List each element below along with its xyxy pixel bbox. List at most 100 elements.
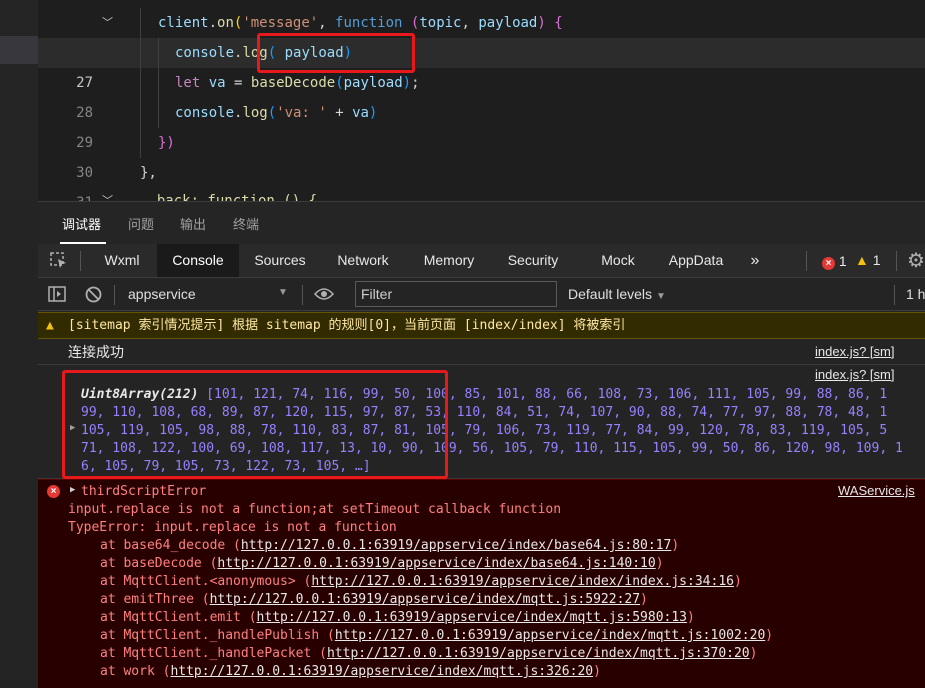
tab-network[interactable]: Network: [326, 244, 400, 277]
source-link[interactable]: index.js? [sm]: [815, 367, 894, 382]
tab-mock[interactable]: Mock: [592, 244, 644, 277]
warning-triangle-icon: ▲: [855, 252, 869, 268]
console-log-message: 连接成功 index.js? [sm]: [38, 339, 925, 365]
indent-guide: [140, 128, 141, 158]
activity-bar-selection: [0, 36, 38, 64]
console-error-message: × ▶ thirdScriptError WAService.js input.…: [38, 479, 925, 688]
stack-frame: at work (http://127.0.0.1:63919/appservi…: [100, 664, 601, 679]
indent-guide: [158, 68, 159, 98]
dropdown-arrow-icon[interactable]: ▼: [278, 287, 288, 298]
error-type-line: TypeError: input.replace is not a functi…: [68, 520, 397, 535]
error-circle-icon: ×: [822, 257, 835, 270]
fold-chevron-icon[interactable]: ﹀: [102, 8, 113, 38]
source-link[interactable]: WAService.js: [838, 483, 915, 498]
indent-guide: [140, 8, 141, 38]
sidebar-toggle-icon[interactable]: [48, 286, 66, 305]
code-text: }): [158, 135, 175, 151]
code-line[interactable]: 26 ﹀ client.on('message', function (topi…: [38, 8, 925, 61]
tab-memory[interactable]: Memory: [412, 244, 486, 277]
inspect-element-icon[interactable]: [50, 252, 68, 273]
stack-frame: at baseDecode (http://127.0.0.1:63919/ap…: [100, 556, 664, 571]
error-title[interactable]: thirdScriptError: [81, 483, 206, 501]
tab-problems[interactable]: 问题: [128, 214, 154, 233]
array-line: 71, 108, 122, 100, 69, 108, 117, 13, 10,…: [81, 441, 903, 456]
stack-frame-link[interactable]: http://127.0.0.1:63919/appservice/index/…: [335, 628, 765, 643]
array-line: 105, 119, 105, 98, 88, 78, 110, 83, 87, …: [81, 423, 888, 438]
code-text: let va = baseDecode(payload);: [175, 75, 420, 91]
error-message: input.replace is not a function;at setTi…: [68, 502, 562, 517]
stack-frame: at MqttClient.<anonymous> (http://127.0.…: [100, 574, 742, 589]
indent-guide: [158, 38, 159, 68]
stack-frame-link[interactable]: http://127.0.0.1:63919/appservice/index/…: [170, 664, 593, 679]
expand-triangle-icon[interactable]: ▶: [70, 423, 75, 433]
tab-appdata[interactable]: AppData: [660, 244, 732, 277]
stack-frame: at MqttClient._handlePublish (http://127…: [100, 628, 774, 643]
context-selector[interactable]: appservice: [128, 286, 196, 302]
stack-frame-link[interactable]: http://127.0.0.1:63919/appservice/index/…: [210, 592, 640, 607]
tab-output[interactable]: 输出: [180, 214, 206, 233]
indent-guide: [140, 98, 141, 128]
tab-console[interactable]: Console: [157, 244, 239, 277]
more-tabs-button[interactable]: »: [742, 244, 768, 277]
toolbar-separator: [894, 285, 895, 305]
source-link[interactable]: index.js? [sm]: [815, 339, 894, 365]
toolbar-separator: [806, 251, 807, 271]
code-line[interactable]: 29 console.log('va: ' + va): [38, 98, 925, 151]
indent-guide: [140, 38, 141, 68]
code-text: client.on('message', function (topic, pa…: [158, 15, 563, 31]
warning-triangle-icon: ▲: [46, 318, 54, 333]
code-line[interactable]: 28 let va = baseDecode(payload);: [38, 68, 925, 121]
stack-frame: at emitThree (http://127.0.0.1:63919/app…: [100, 592, 648, 607]
filter-input[interactable]: [355, 281, 557, 307]
error-circle-icon: ×: [47, 485, 60, 498]
stack-frame: at MqttClient.emit (http://127.0.0.1:639…: [100, 610, 695, 625]
tab-terminal[interactable]: 终端: [233, 214, 259, 233]
stack-frame: at MqttClient._handlePacket (http://127.…: [100, 646, 758, 661]
stack-frame-link[interactable]: http://127.0.0.1:63919/appservice/index/…: [217, 556, 655, 571]
toolbar-separator: [114, 285, 115, 305]
array-line: 6, 105, 79, 105, 73, 122, 73, 105, …]: [81, 459, 371, 474]
code-text: console.log( payload): [175, 45, 353, 61]
console-array-message: index.js? [sm] Uint8Array(212) [101, 121…: [38, 365, 925, 479]
tab-security[interactable]: Security: [496, 244, 570, 277]
warning-count-badge[interactable]: ▲ 1: [855, 252, 881, 268]
tab-sources[interactable]: Sources: [244, 244, 316, 277]
indent-guide: [158, 98, 159, 128]
expand-triangle-icon[interactable]: ▶: [70, 485, 75, 495]
stack-frame: at base64_decode (http://127.0.0.1:63919…: [100, 538, 680, 553]
tab-wxml[interactable]: Wxml: [92, 244, 152, 277]
clear-console-icon[interactable]: [85, 286, 102, 306]
settings-gear-icon[interactable]: ⚙: [907, 248, 925, 273]
stack-frame-link[interactable]: http://127.0.0.1:63919/appservice/index/…: [327, 646, 750, 661]
error-count-badge[interactable]: × 1: [822, 253, 847, 270]
toolbar-separator: [302, 285, 303, 305]
indent-guide: [140, 68, 141, 98]
warning-text: [sitemap 索引情况提示] 根据 sitemap 的规则[0]，当前页面 …: [68, 318, 626, 333]
code-line[interactable]: 30 }): [38, 128, 925, 181]
stack-frame-link[interactable]: http://127.0.0.1:63919/appservice/index/…: [257, 610, 687, 625]
toolbar-separator: [80, 251, 81, 271]
console-warning-message: ▲ [sitemap 索引情况提示] 根据 sitemap 的规则[0]，当前页…: [38, 312, 925, 339]
activity-bar: [0, 0, 38, 201]
tab-debugger[interactable]: 调试器: [62, 214, 101, 233]
panel-tab-bar: 调试器 问题 输出 终端: [38, 201, 925, 244]
toolbar-separator: [896, 251, 897, 271]
array-line: 99, 110, 108, 68, 89, 87, 120, 115, 97, …: [81, 405, 888, 420]
code-text: console.log('va: ' + va): [175, 105, 378, 121]
log-levels-dropdown[interactable]: Default levels ▼: [568, 286, 666, 302]
array-line[interactable]: Uint8Array(212) [101, 121, 74, 116, 99, …: [81, 386, 887, 404]
dropdown-arrow-icon: ▼: [655, 291, 666, 302]
code-line-current[interactable]: 27 console.log( payload): [38, 38, 925, 91]
devtools-toolbar: Wxml Console Sources Network Memory Secu…: [38, 244, 925, 278]
fold-chevron-icon[interactable]: ﹀: [102, 186, 113, 201]
code-line[interactable]: 32 ﹀ back: function () {: [38, 186, 925, 201]
code-line[interactable]: 31 },: [38, 158, 925, 201]
stack-frame-link[interactable]: http://127.0.0.1:63919/appservice/index/…: [311, 574, 734, 589]
stack-frame-link[interactable]: http://127.0.0.1:63919/appservice/index/…: [241, 538, 671, 553]
eye-icon[interactable]: [313, 287, 335, 304]
code-text: back: function () {: [140, 193, 318, 201]
code-text: },: [140, 165, 157, 181]
hidden-messages-count: 1 h: [906, 286, 925, 302]
console-toolbar: appservice ▼ Default levels ▼ 1 h: [38, 279, 925, 311]
code-editor[interactable]: 26 ﹀ client.on('message', function (topi…: [0, 0, 925, 201]
